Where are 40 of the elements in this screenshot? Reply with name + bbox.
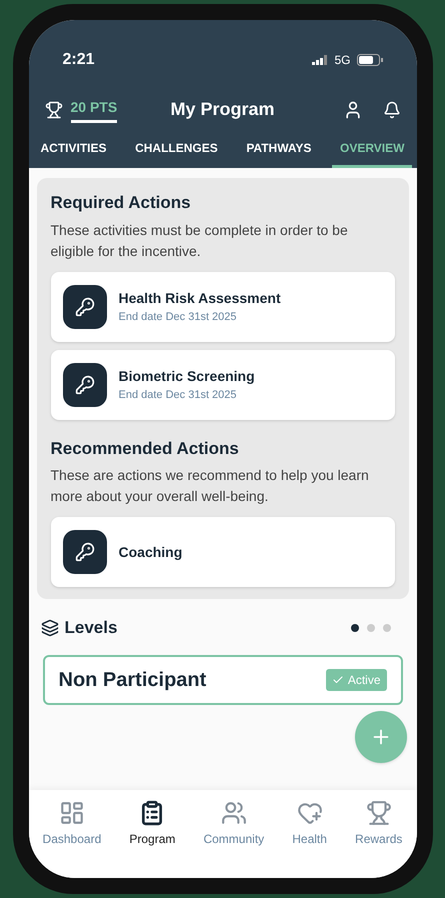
tab[interactable]: PATHWAYS bbox=[238, 139, 320, 168]
status-time: 2:21 bbox=[62, 50, 95, 70]
action-date: End date Dec 31st 2025 bbox=[118, 310, 238, 325]
nav-item[interactable]: Health bbox=[292, 800, 327, 848]
section-title: Required Actions bbox=[50, 192, 192, 214]
heart-plus-icon bbox=[296, 800, 323, 826]
levels-title: Levels bbox=[64, 617, 118, 639]
action-title: Coaching bbox=[118, 542, 182, 562]
key-icon bbox=[62, 362, 106, 406]
section-description: These activities must be complete in order to be eligible for the incentive. bbox=[50, 220, 349, 261]
dashboard-icon bbox=[58, 800, 85, 826]
notification-icon[interactable] bbox=[382, 100, 400, 118]
action-date: End date Dec 31st 2025 bbox=[118, 388, 238, 403]
nav-item[interactable]: Rewards bbox=[355, 800, 402, 848]
battery-icon bbox=[356, 54, 382, 66]
nav-item[interactable]: Dashboard bbox=[42, 800, 102, 848]
nav-item[interactable]: Community bbox=[203, 800, 264, 848]
trophy-icon bbox=[366, 800, 392, 826]
action-card[interactable]: Health Risk Assessment End date Dec 31st 2025 bbox=[50, 272, 394, 342]
action-card[interactable]: Biometric Screening End date Dec 31st 2025 bbox=[50, 350, 394, 420]
section-description: These are actions we recommend to help you learn more about your overall well-being. bbox=[50, 466, 370, 506]
points-link[interactable]: 20 PTS bbox=[70, 96, 118, 122]
page-title: My Program bbox=[170, 98, 275, 121]
key-icon bbox=[62, 530, 106, 574]
people-icon bbox=[220, 800, 247, 826]
key-icon bbox=[62, 284, 106, 328]
level-card[interactable]: Non Participant Active bbox=[42, 654, 402, 704]
tab[interactable]: CHALLENGES bbox=[127, 139, 226, 168]
signal-icon bbox=[312, 55, 328, 65]
nav-item[interactable]: Program bbox=[129, 800, 176, 848]
section-title: Recommended Actions bbox=[50, 438, 240, 460]
trophy-icon bbox=[44, 100, 62, 118]
tab[interactable]: ACTIVITIES bbox=[32, 139, 115, 168]
action-title: Biometric Screening bbox=[118, 366, 255, 386]
level-name: Non Participant bbox=[58, 668, 206, 692]
layers-icon bbox=[40, 618, 58, 637]
action-card[interactable]: Coaching bbox=[50, 517, 394, 587]
active-badge: Active bbox=[326, 668, 386, 690]
network-label: 5G bbox=[334, 52, 350, 69]
action-title: Health Risk Assessment bbox=[118, 288, 281, 308]
